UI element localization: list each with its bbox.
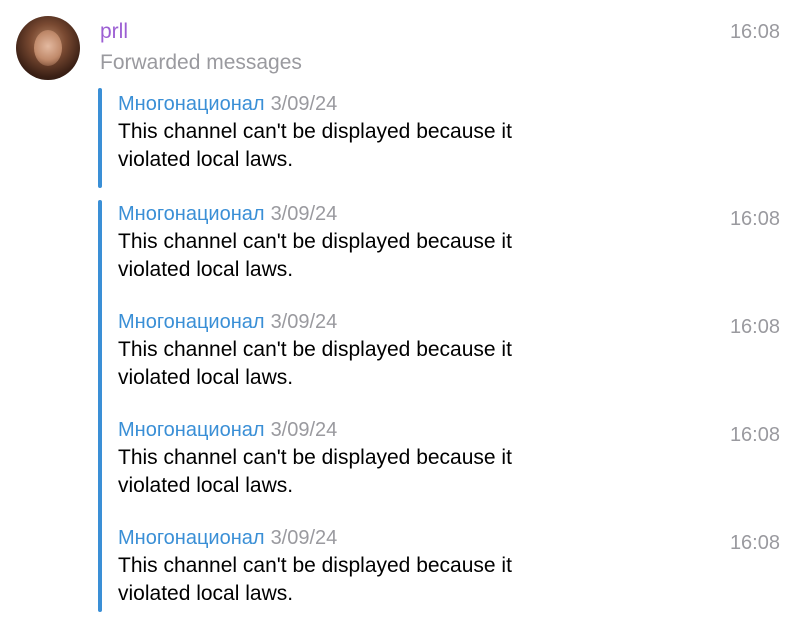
- channel-name[interactable]: Многонационал: [118, 419, 265, 441]
- message-text: This channel can't be displayed because …: [118, 338, 512, 389]
- message-text: This channel can't be displayed because …: [118, 446, 512, 497]
- forward-source: Многонационал 3/09/24: [118, 524, 718, 552]
- message-time: 16:08: [729, 316, 780, 338]
- message-time: 16:08: [729, 424, 780, 446]
- forward-source: Многонационал 3/09/24: [118, 308, 718, 336]
- forwarded-message[interactable]: Многонационал 3/09/24 This channel can't …: [118, 308, 718, 392]
- message-text: This channel can't be displayed because …: [118, 230, 512, 281]
- forwarded-message[interactable]: Многонационал 3/09/24 This channel can't …: [118, 90, 718, 174]
- forward-date: 3/09/24: [270, 527, 338, 549]
- message-time: 16:08: [729, 21, 780, 43]
- avatar[interactable]: [16, 16, 80, 80]
- forwarded-message[interactable]: Многонационал 3/09/24 This channel can't …: [118, 524, 718, 608]
- forward-date: 3/09/24: [270, 93, 338, 115]
- channel-name[interactable]: Многонационал: [118, 203, 265, 225]
- sender-name[interactable]: prll: [100, 18, 128, 46]
- forward-bar: [98, 88, 102, 188]
- forward-source: Многонационал 3/09/24: [118, 416, 718, 444]
- avatar-photo: [34, 30, 62, 66]
- forward-date: 3/09/24: [270, 203, 338, 225]
- forward-date: 3/09/24: [270, 419, 338, 441]
- forward-source: Многонационал 3/09/24: [118, 200, 718, 228]
- message-text: This channel can't be displayed because …: [118, 120, 512, 171]
- forward-date: 3/09/24: [270, 311, 338, 333]
- channel-name[interactable]: Многонационал: [118, 93, 265, 115]
- forward-bar: [98, 200, 102, 612]
- channel-name[interactable]: Многонационал: [118, 311, 265, 333]
- forward-source: Многонационал 3/09/24: [118, 90, 718, 118]
- channel-name[interactable]: Многонационал: [118, 527, 265, 549]
- forwarded-message[interactable]: Многонационал 3/09/24 This channel can't …: [118, 416, 718, 500]
- message-time: 16:08: [729, 532, 780, 554]
- forwarded-label: Forwarded messages: [100, 51, 302, 74]
- message-time: 16:08: [729, 208, 780, 230]
- message-text: This channel can't be displayed because …: [118, 554, 512, 605]
- forwarded-message[interactable]: Многонационал 3/09/24 This channel can't …: [118, 200, 718, 284]
